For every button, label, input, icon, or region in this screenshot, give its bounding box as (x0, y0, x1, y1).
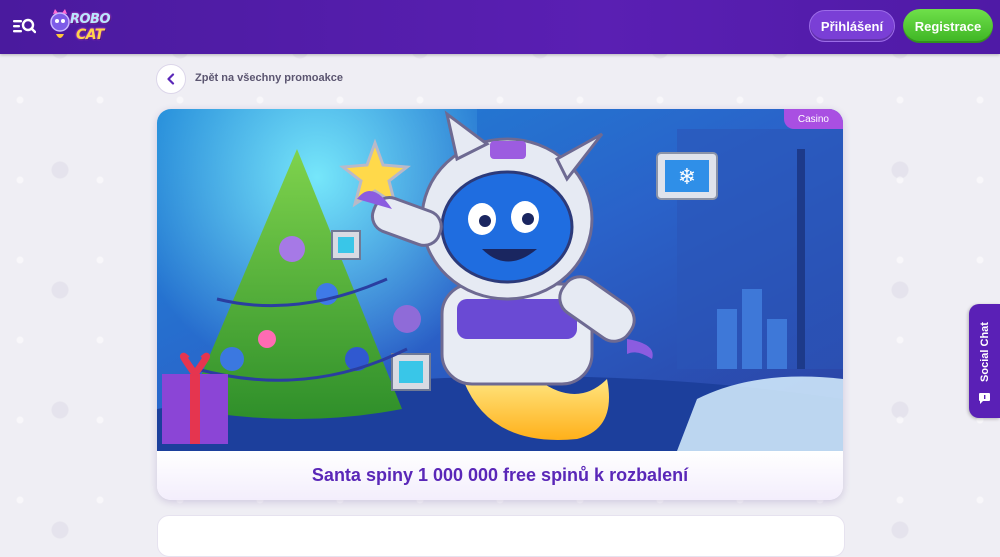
next-content-card (157, 515, 845, 557)
register-button[interactable]: Registrace (903, 9, 993, 43)
chat-icon (979, 393, 990, 404)
social-chat-label: Social Chat (978, 322, 991, 382)
login-button[interactable]: Přihlášení (809, 10, 895, 42)
promo-card[interactable]: ❄ Casino Santa spiny 1 000 000 free spin… (157, 109, 843, 500)
category-badge: Casino (783, 109, 843, 129)
logo-text-robo: ROBO (70, 12, 111, 27)
promo-footer: Santa spiny 1 000 000 free spinů k rozba… (157, 451, 843, 500)
svg-text:❄: ❄ (678, 165, 696, 190)
top-navigation-bar: ROBO CAT Přihlášení Registrace (0, 0, 1000, 54)
logo-text-cat: CAT (76, 27, 104, 43)
back-button[interactable] (156, 64, 186, 94)
robocat-logo[interactable]: ROBO CAT (46, 8, 111, 48)
social-chat-tab[interactable]: Social Chat (969, 304, 1000, 418)
promo-title[interactable]: Santa spiny 1 000 000 free spinů k rozba… (312, 465, 688, 486)
back-to-promotions-link[interactable]: Zpět na všechny promoakce (195, 72, 343, 84)
promo-banner-image: ❄ (157, 109, 843, 451)
chevron-left-icon (167, 73, 175, 85)
menu-search-icon[interactable] (12, 15, 37, 37)
